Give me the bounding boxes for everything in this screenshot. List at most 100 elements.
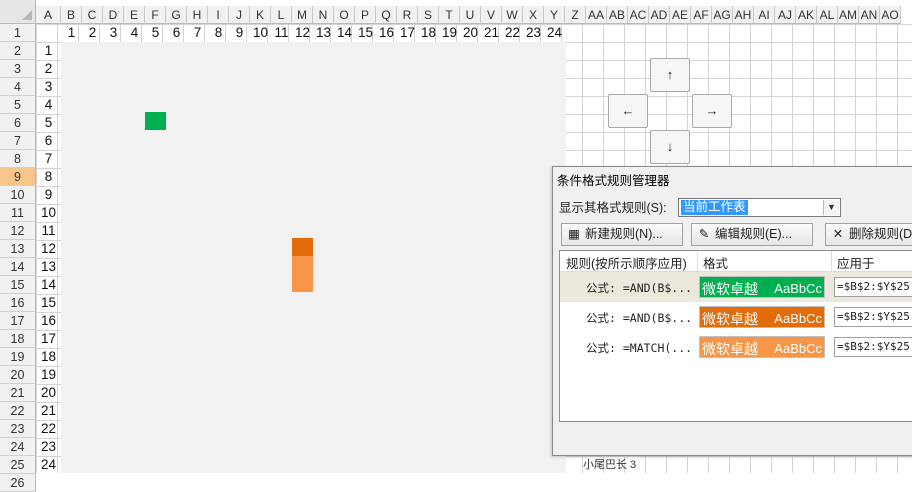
- column-header[interactable]: Y: [544, 6, 565, 24]
- right-arrow-key[interactable]: →: [692, 94, 732, 128]
- rule-row[interactable]: 公式: =MATCH(... 微软卓越 AaBbCc =$B$2:$Y$25: [560, 332, 912, 362]
- row-number-cell[interactable]: 11: [36, 222, 61, 240]
- row-header[interactable]: 19: [0, 348, 36, 366]
- row-header[interactable]: 5: [0, 96, 36, 114]
- column-number-cell[interactable]: 18: [418, 24, 439, 42]
- column-header[interactable]: C: [82, 6, 103, 24]
- row-header[interactable]: 25: [0, 456, 36, 474]
- chevron-down-icon[interactable]: ▼: [823, 200, 839, 215]
- column-header[interactable]: AK: [796, 6, 817, 24]
- row-header[interactable]: 23: [0, 420, 36, 438]
- column-header[interactable]: G: [166, 6, 187, 24]
- row-number-cell[interactable]: 22: [36, 420, 61, 438]
- column-header[interactable]: B: [61, 6, 82, 24]
- row-number-cell[interactable]: 14: [36, 276, 61, 294]
- row-header[interactable]: 18: [0, 330, 36, 348]
- column-number-cell[interactable]: 16: [376, 24, 397, 42]
- rules-scope-select[interactable]: 当前工作表 ▼: [678, 198, 841, 217]
- row-header[interactable]: 1: [0, 24, 36, 42]
- row-header[interactable]: 9: [0, 168, 36, 186]
- column-header[interactable]: E: [124, 6, 145, 24]
- column-header[interactable]: N: [313, 6, 334, 24]
- column-number-cell[interactable]: 23: [523, 24, 544, 42]
- column-number-cell[interactable]: 5: [145, 24, 166, 42]
- column-header[interactable]: AB: [607, 6, 628, 24]
- applies-to-field[interactable]: =$B$2:$Y$25: [834, 337, 912, 357]
- column-number-cell[interactable]: 12: [292, 24, 313, 42]
- column-number-cell[interactable]: 15: [355, 24, 376, 42]
- column-header[interactable]: Q: [376, 6, 397, 24]
- delete-rule-button[interactable]: ✕ 删除规则(D): [825, 223, 912, 246]
- row-header[interactable]: 2: [0, 42, 36, 60]
- column-number-cell[interactable]: 14: [334, 24, 355, 42]
- row-header[interactable]: 15: [0, 276, 36, 294]
- column-header[interactable]: L: [271, 6, 292, 24]
- applies-to-field[interactable]: =$B$2:$Y$25: [834, 307, 912, 327]
- row-header[interactable]: 14: [0, 258, 36, 276]
- column-header[interactable]: AC: [628, 6, 649, 24]
- row-header[interactable]: 10: [0, 186, 36, 204]
- column-header[interactable]: AJ: [775, 6, 796, 24]
- column-header[interactable]: P: [355, 6, 376, 24]
- row-number-cell[interactable]: 19: [36, 366, 61, 384]
- column-header[interactable]: AE: [670, 6, 691, 24]
- row-number-cell[interactable]: 15: [36, 294, 61, 312]
- column-number-cell[interactable]: 8: [208, 24, 229, 42]
- down-arrow-key[interactable]: ↓: [650, 130, 690, 164]
- row-number-cell[interactable]: 3: [36, 78, 61, 96]
- column-header[interactable]: D: [103, 6, 124, 24]
- column-header[interactable]: AM: [838, 6, 859, 24]
- column-header[interactable]: M: [292, 6, 313, 24]
- column-number-cell[interactable]: 21: [481, 24, 502, 42]
- column-number-cell[interactable]: 4: [124, 24, 145, 42]
- column-number-cell[interactable]: 11: [271, 24, 292, 42]
- row-header[interactable]: 12: [0, 222, 36, 240]
- column-header[interactable]: Z: [565, 6, 586, 24]
- row-header[interactable]: 17: [0, 312, 36, 330]
- column-divider[interactable]: [831, 251, 832, 271]
- row-number-cell[interactable]: 13: [36, 258, 61, 276]
- row-header[interactable]: 3: [0, 60, 36, 78]
- row-number-cell[interactable]: 9: [36, 186, 61, 204]
- row-number-cell[interactable]: 5: [36, 114, 61, 132]
- row-number-cell[interactable]: 4: [36, 96, 61, 114]
- column-divider[interactable]: [697, 251, 698, 271]
- applies-to-field[interactable]: =$B$2:$Y$25: [834, 277, 912, 297]
- row-number-cell[interactable]: 12: [36, 240, 61, 258]
- column-header[interactable]: AN: [859, 6, 880, 24]
- column-header[interactable]: AL: [817, 6, 838, 24]
- row-header[interactable]: 7: [0, 132, 36, 150]
- row-number-cell[interactable]: 8: [36, 168, 61, 186]
- row-number-cell[interactable]: 10: [36, 204, 61, 222]
- column-number-cell[interactable]: 3: [103, 24, 124, 42]
- row-number-cell[interactable]: 7: [36, 150, 61, 168]
- column-header[interactable]: V: [481, 6, 502, 24]
- column-header[interactable]: K: [250, 6, 271, 24]
- row-header[interactable]: 6: [0, 114, 36, 132]
- column-header[interactable]: AI: [754, 6, 775, 24]
- column-header[interactable]: T: [439, 6, 460, 24]
- select-all-corner[interactable]: [0, 0, 36, 24]
- up-arrow-key[interactable]: ↑: [650, 58, 690, 92]
- column-number-cell[interactable]: 7: [187, 24, 208, 42]
- column-header[interactable]: W: [502, 6, 523, 24]
- column-header[interactable]: H: [187, 6, 208, 24]
- column-number-cell[interactable]: 24: [544, 24, 565, 42]
- column-number-cell[interactable]: 22: [502, 24, 523, 42]
- row-number-cell[interactable]: 23: [36, 438, 61, 456]
- column-number-cell[interactable]: 17: [397, 24, 418, 42]
- row-number-cell[interactable]: 1: [36, 42, 61, 60]
- column-header[interactable]: AF: [691, 6, 712, 24]
- column-header[interactable]: O: [334, 6, 355, 24]
- row-number-cell[interactable]: 24: [36, 456, 61, 474]
- column-number-cell[interactable]: 13: [313, 24, 334, 42]
- edit-rule-button[interactable]: ✎ 编辑规则(E)...: [691, 223, 813, 246]
- row-header[interactable]: 16: [0, 294, 36, 312]
- column-header[interactable]: AD: [649, 6, 670, 24]
- row-number-cell[interactable]: 2: [36, 60, 61, 78]
- column-header[interactable]: R: [397, 6, 418, 24]
- column-number-cell[interactable]: 6: [166, 24, 187, 42]
- rule-row[interactable]: 公式: =AND(B$... 微软卓越 AaBbCc =$B$2:$Y$25: [560, 302, 912, 332]
- row-header[interactable]: 13: [0, 240, 36, 258]
- column-number-cell[interactable]: 1: [61, 24, 82, 42]
